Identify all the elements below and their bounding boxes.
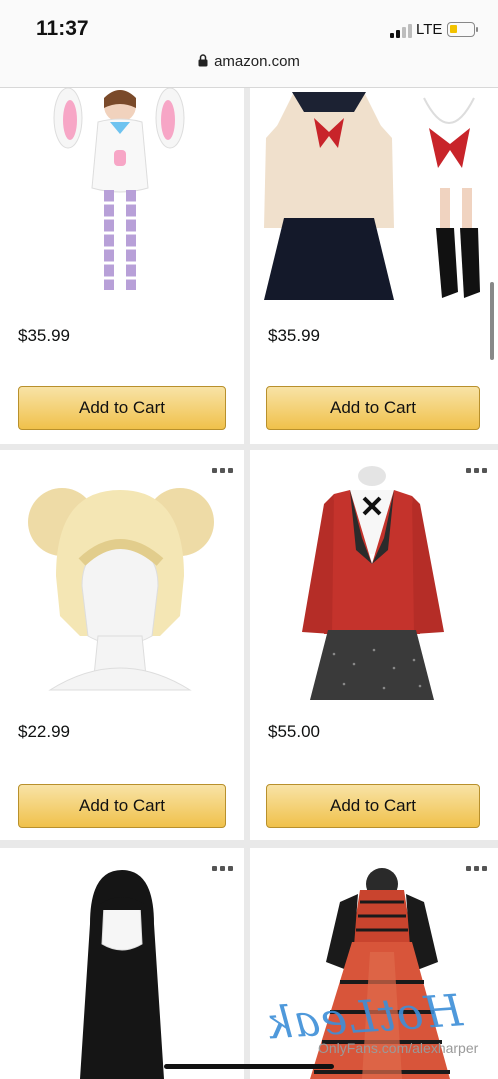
carrier-label: LTE xyxy=(416,21,443,38)
product-image-sailor-uniform[interactable] xyxy=(254,88,494,308)
battery-level xyxy=(450,25,457,33)
product-price: $35.99 xyxy=(268,326,320,345)
status-bar: 11:37 LTE amazon.com xyxy=(0,0,498,88)
more-options-icon[interactable] xyxy=(466,866,488,872)
url-text: amazon.com xyxy=(214,53,300,70)
add-to-cart-button[interactable]: Add to Cart xyxy=(266,386,480,430)
product-image-bunny-hoodie[interactable] xyxy=(40,88,200,308)
product-card[interactable] xyxy=(0,848,244,1079)
add-to-cart-button[interactable]: Add to Cart xyxy=(18,386,226,430)
product-card[interactable]: $55.00 Add to Cart xyxy=(250,450,498,840)
scrollbar[interactable] xyxy=(490,282,494,360)
product-price: $22.99 xyxy=(18,722,70,741)
address-bar[interactable]: amazon.com xyxy=(0,53,498,70)
more-options-icon[interactable] xyxy=(466,468,488,474)
product-price: $55.00 xyxy=(268,722,320,741)
add-to-cart-button[interactable]: Add to Cart xyxy=(18,784,226,828)
product-card[interactable]: $35.99 Add to Cart xyxy=(0,88,244,444)
product-card[interactable]: $35.99 Add to Cart xyxy=(250,88,498,444)
home-indicator[interactable] xyxy=(164,1064,334,1069)
watermark-text: OnlyFans.com/alexharper xyxy=(318,1040,479,1056)
product-image-blonde-wig[interactable] xyxy=(20,466,220,706)
product-image-red-blazer[interactable] xyxy=(294,464,454,704)
product-card[interactable]: $22.99 Add to Cart xyxy=(0,450,244,840)
product-price: $35.99 xyxy=(18,326,70,345)
signal-icon xyxy=(390,24,412,38)
lock-icon xyxy=(198,54,208,67)
clock: 11:37 xyxy=(36,17,89,40)
battery-icon xyxy=(447,22,478,37)
add-to-cart-button[interactable]: Add to Cart xyxy=(266,784,480,828)
more-options-icon[interactable] xyxy=(212,866,234,872)
product-image-black-wig[interactable] xyxy=(60,864,184,1079)
